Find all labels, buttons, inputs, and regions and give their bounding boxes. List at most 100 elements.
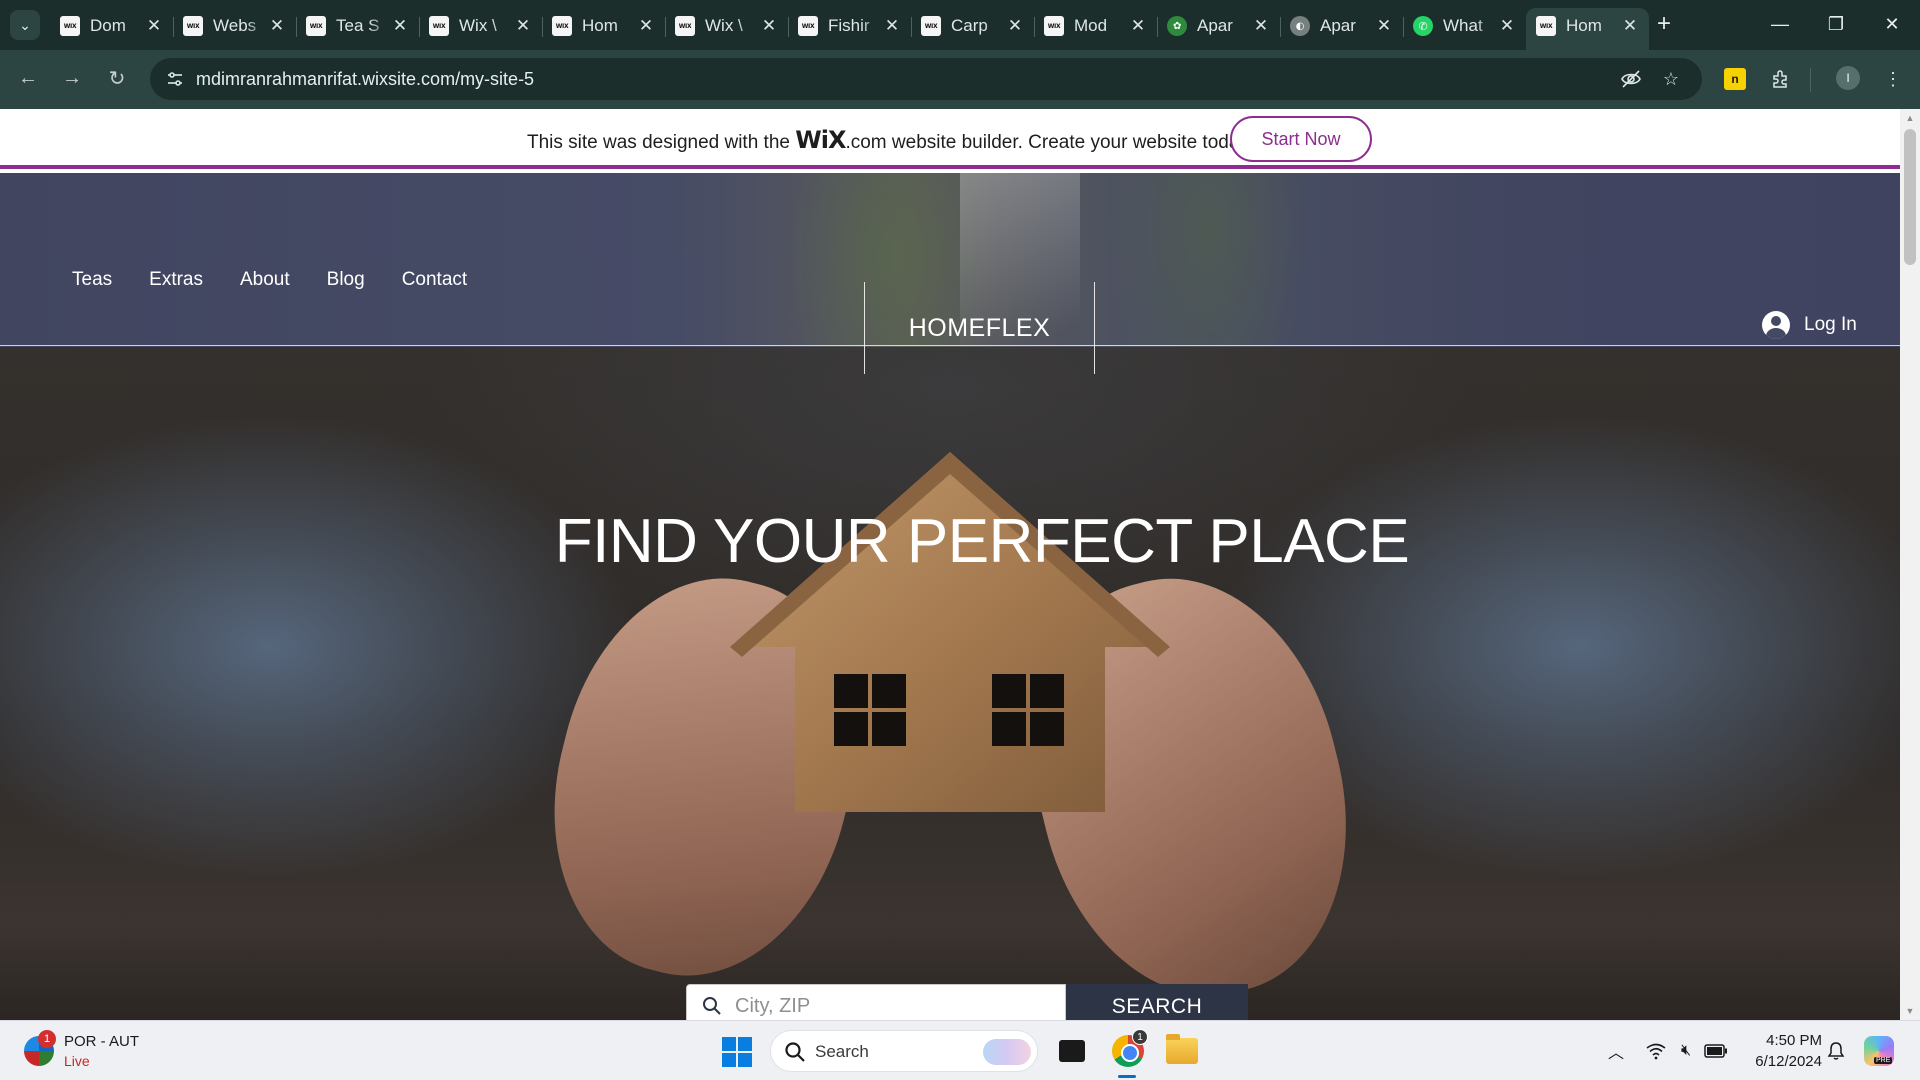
nav-link-about[interactable]: About — [240, 269, 290, 291]
tab-close-icon[interactable]: ✕ — [760, 16, 778, 36]
wix-favicon-icon: WIX — [183, 16, 203, 36]
tab[interactable]: ✆ What ✕ — [1403, 8, 1526, 44]
notification-badge: 1 — [38, 1030, 56, 1048]
restore-button[interactable]: ❐ — [1808, 0, 1864, 48]
address-bar[interactable]: mdimranrahmanrifat.wixsite.com/my-site-5… — [150, 58, 1702, 100]
tab-close-icon[interactable]: ✕ — [1006, 16, 1024, 36]
user-avatar-icon[interactable] — [1762, 311, 1790, 339]
whatsapp-favicon-icon: ✆ — [1413, 16, 1433, 36]
profile-avatar[interactable]: I — [1836, 66, 1860, 90]
back-button[interactable]: ← — [10, 60, 46, 96]
tab[interactable]: WIX Dom ✕ — [50, 8, 173, 44]
search-button[interactable]: SEARCH — [1066, 984, 1248, 1020]
tab-close-icon[interactable]: ✕ — [637, 16, 655, 36]
login-button[interactable]: Log In — [1762, 311, 1857, 339]
start-now-button[interactable]: Start Now — [1230, 116, 1372, 162]
minimize-button[interactable]: — — [1752, 0, 1808, 48]
city-zip-input[interactable] — [735, 995, 1035, 1018]
wix-favicon-icon: WIX — [921, 16, 941, 36]
browser-tab-strip: ⌄ WIX Dom ✕ WIX Webs ✕ WIX Tea S ✕ WIX Wix \ ✕ WIX Ho… — [0, 0, 1920, 50]
page-scrollbar[interactable]: ▲ ▼ — [1900, 109, 1920, 1020]
tray-overflow-chevron-icon[interactable]: ︿ — [1604, 1039, 1628, 1063]
tab-search-menu-button[interactable]: ⌄ — [10, 10, 40, 40]
norton-extension-icon[interactable]: n — [1724, 68, 1746, 90]
file-explorer-icon[interactable] — [1164, 1033, 1200, 1069]
scrollbar-thumb[interactable] — [1904, 129, 1916, 265]
tab[interactable]: ✿ Apar ✕ — [1157, 8, 1280, 44]
tab-close-icon[interactable]: ✕ — [883, 16, 901, 36]
tab-close-icon[interactable]: ✕ — [1252, 16, 1270, 36]
tab-title: Mod — [1074, 16, 1108, 35]
site-nav-menu: Teas Extras About Blog Contact — [72, 269, 467, 291]
tab-title: Tea S — [336, 16, 380, 35]
chrome-taskbar-icon[interactable]: 1 — [1110, 1029, 1148, 1069]
news-widget[interactable]: 1 POR - AUT Live — [24, 1030, 194, 1074]
tab[interactable]: WIX Webs ✕ — [173, 8, 296, 44]
extensions-puzzle-icon[interactable] — [1764, 62, 1798, 96]
tab[interactable]: WIX Tea S ✕ — [296, 8, 419, 44]
login-label[interactable]: Log In — [1804, 314, 1857, 336]
tab-title: Apar — [1197, 16, 1233, 35]
page-viewport: This site was designed with the WiX.com … — [0, 109, 1920, 1020]
notification-bell-icon[interactable] — [1824, 1039, 1848, 1063]
clock-time: 4:50 PM — [1766, 1032, 1822, 1049]
close-window-button[interactable]: ✕ — [1864, 0, 1920, 48]
tab-title: Webs — [213, 16, 257, 35]
nav-link-teas[interactable]: Teas — [72, 269, 112, 291]
wix-favicon-icon: WIX — [60, 16, 80, 36]
tab[interactable]: WIX Carp ✕ — [911, 8, 1034, 44]
taskbar-search-box[interactable]: Search — [770, 1030, 1038, 1072]
tab-title: Fishir — [828, 16, 870, 35]
reload-button[interactable]: ↻ — [99, 60, 135, 96]
tab-close-icon[interactable]: ✕ — [1498, 16, 1516, 36]
tab-close-icon[interactable]: ✕ — [1129, 16, 1147, 36]
scroll-up-arrow-icon[interactable]: ▲ — [1900, 109, 1920, 127]
leaf-favicon-icon: ✿ — [1167, 16, 1187, 36]
wix-favicon-icon: WIX — [798, 16, 818, 36]
site-brand-logo[interactable]: HOMEFLEX — [864, 282, 1095, 374]
tab-active[interactable]: WIX Hom ✕ — [1526, 8, 1649, 50]
wix-banner-text-end: website builder. Create your website tod… — [886, 132, 1253, 153]
clock-date: 6/12/2024 — [1755, 1053, 1822, 1070]
task-view-icon[interactable] — [1054, 1033, 1090, 1069]
tab-close-icon[interactable]: ✕ — [1621, 16, 1639, 36]
tab-close-icon[interactable]: ✕ — [145, 16, 163, 36]
new-tab-button[interactable]: + — [1648, 8, 1680, 40]
tab-close-icon[interactable]: ✕ — [268, 16, 286, 36]
scroll-down-arrow-icon[interactable]: ▼ — [1900, 1002, 1920, 1020]
tab-close-icon[interactable]: ✕ — [391, 16, 409, 36]
wifi-icon[interactable] — [1644, 1039, 1668, 1063]
wix-favicon-icon: WIX — [1536, 16, 1556, 36]
tab-close-icon[interactable]: ✕ — [514, 16, 532, 36]
bookmark-star-icon[interactable]: ☆ — [1656, 64, 1686, 94]
tab[interactable]: WIX Wix \ ✕ — [419, 8, 542, 44]
tab-list: WIX Dom ✕ WIX Webs ✕ WIX Tea S ✕ WIX Wix \ ✕ WIX Hom ✕… — [50, 8, 1649, 50]
tab[interactable]: WIX Hom ✕ — [542, 8, 665, 44]
tab-title: What — [1443, 16, 1483, 35]
url-text[interactable]: mdimranrahmanrifat.wixsite.com/my-site-5 — [196, 69, 534, 90]
taskbar-search-label: Search — [815, 1042, 869, 1061]
wix-logo[interactable]: WiX — [795, 126, 846, 154]
tracking-eye-slash-icon[interactable] — [1616, 64, 1646, 94]
nav-link-blog[interactable]: Blog — [327, 269, 365, 291]
tab[interactable]: WIX Fishir ✕ — [788, 8, 911, 44]
speaker-muted-icon[interactable]: 🔇︎ — [1674, 1039, 1698, 1063]
tab-close-icon[interactable]: ✕ — [1375, 16, 1393, 36]
wix-banner-text-start: This site was designed with the — [527, 132, 796, 153]
site-info-icon[interactable] — [160, 64, 190, 94]
widget-title: POR - AUT — [64, 1033, 140, 1050]
system-clock[interactable]: 4:50 PM 6/12/2024 — [1730, 1030, 1822, 1072]
wix-favicon-icon: WIX — [675, 16, 695, 36]
tab[interactable]: ◐ Apar ✕ — [1280, 8, 1403, 44]
nav-link-contact[interactable]: Contact — [402, 269, 467, 291]
forward-button[interactable]: → — [54, 60, 90, 96]
wix-ad-banner: This site was designed with the WiX.com … — [0, 109, 1900, 169]
tab[interactable]: WIX Wix \ ✕ — [665, 8, 788, 44]
tab[interactable]: WIX Mod ✕ — [1034, 8, 1157, 44]
nav-link-extras[interactable]: Extras — [149, 269, 203, 291]
location-search-box[interactable] — [686, 984, 1066, 1020]
search-icon — [703, 997, 721, 1015]
windows-start-icon[interactable] — [722, 1037, 752, 1067]
browser-menu-icon[interactable]: ⋮ — [1876, 62, 1910, 96]
battery-icon[interactable] — [1704, 1039, 1728, 1063]
